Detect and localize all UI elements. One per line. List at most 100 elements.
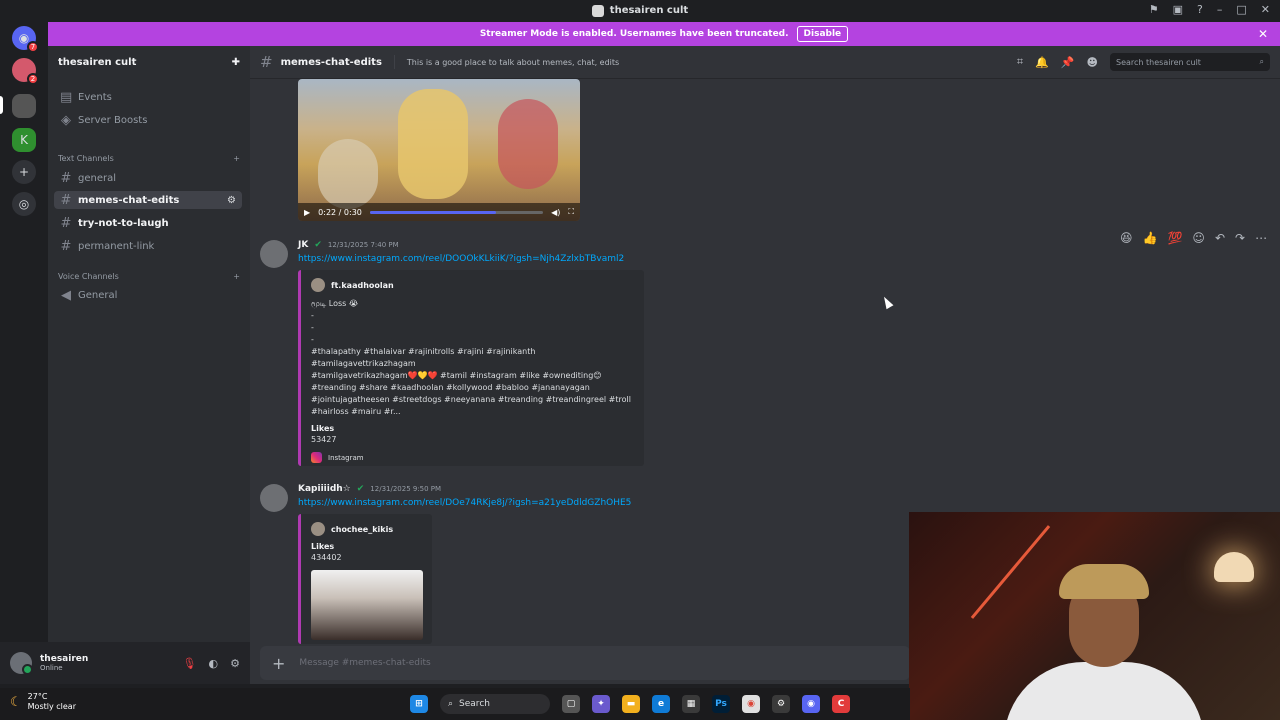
task-view-icon[interactable]: ▢: [562, 695, 580, 713]
headphones-icon[interactable]: ◐: [209, 657, 219, 670]
add-channel-icon[interactable]: +: [233, 154, 240, 163]
category-label: Text Channels: [58, 154, 114, 163]
copilot-icon[interactable]: ✦: [592, 695, 610, 713]
channel-try-not-to-laugh[interactable]: # try-not-to-laugh: [54, 214, 242, 232]
server-icon[interactable]: 2: [12, 58, 39, 85]
reaction-emoji-icon[interactable]: 😆: [1120, 231, 1133, 245]
more-icon[interactable]: ⋯: [1255, 231, 1267, 245]
server-boosts-item[interactable]: ◈ Server Boosts: [54, 111, 242, 129]
inbox-icon[interactable]: ⚑: [1149, 3, 1159, 16]
window-titlebar: thesairen cult ⚑ ▣ ? – □ ✕: [0, 0, 1280, 21]
add-channel-icon[interactable]: +: [233, 272, 240, 281]
server-header[interactable]: thesairen cult ✚: [48, 46, 250, 79]
hash-icon: #: [60, 238, 72, 254]
user-settings-icon[interactable]: ⚙: [230, 657, 240, 670]
search-input[interactable]: Search thesairen cult ⌕: [1110, 53, 1270, 71]
video-progress-fill: [369, 210, 497, 214]
category-label: Voice Channels: [58, 272, 119, 281]
volume-icon[interactable]: ◀): [551, 208, 560, 217]
chrome-icon[interactable]: ◉: [742, 695, 760, 713]
search-icon: ⌕: [1259, 57, 1264, 66]
minimize-button[interactable]: –: [1217, 3, 1223, 16]
embed-field-value: 53427: [311, 435, 337, 444]
channel-topic: This is a good place to talk about memes…: [406, 57, 620, 67]
photoshop-icon[interactable]: Ps: [712, 695, 730, 713]
file-explorer-icon[interactable]: ▬: [622, 695, 640, 713]
taskbar-search[interactable]: ⌕ Search: [440, 694, 550, 714]
video-progress-bar[interactable]: [369, 210, 544, 214]
channel-permanent-link[interactable]: # permanent-link: [54, 237, 242, 255]
channel-label: General: [78, 289, 118, 301]
verified-icon: ✔: [314, 240, 322, 250]
channel-label: memes-chat-edits: [78, 194, 180, 206]
video-attachment[interactable]: ▶ 0:22 / 0:30 ◀) ⛶: [298, 79, 580, 221]
channel-general[interactable]: # general: [54, 169, 242, 187]
mute-icon[interactable]: 🎙: [183, 657, 197, 670]
disable-button[interactable]: Disable: [796, 26, 849, 42]
settings-icon[interactable]: ⚙: [227, 195, 236, 206]
embed-author[interactable]: chochee_kikis: [311, 522, 422, 536]
pin-icon[interactable]: 📌: [1061, 56, 1075, 69]
server-icon-active[interactable]: [12, 94, 36, 118]
help-icon[interactable]: ?: [1197, 3, 1203, 16]
embed-thumbnail[interactable]: [311, 570, 423, 640]
voice-channels-category[interactable]: Voice Channels +: [58, 272, 240, 281]
add-server-icon[interactable]: +: [12, 160, 36, 184]
embed-author-name: ft.kaadhoolan: [331, 280, 394, 290]
avatar[interactable]: [10, 652, 33, 675]
reply-icon[interactable]: ↶: [1215, 231, 1225, 245]
message-author[interactable]: JK: [298, 240, 308, 250]
add-member-icon[interactable]: ✚: [232, 57, 240, 68]
screen-share-icon[interactable]: ▣: [1173, 3, 1183, 16]
avatar[interactable]: [260, 484, 288, 512]
message-link[interactable]: https://www.instagram.com/reel/DOe74RKje…: [298, 498, 631, 508]
active-server-pill: [0, 96, 3, 114]
add-attachment-icon[interactable]: +: [272, 654, 285, 673]
forward-icon[interactable]: ↷: [1235, 231, 1245, 245]
maximize-button[interactable]: □: [1236, 3, 1246, 16]
message-composer[interactable]: + Message #memes-chat-edits: [260, 646, 910, 680]
channel-label: general: [78, 172, 117, 184]
channel-memes-chat-edits[interactable]: # memes-chat-edits ⚙: [54, 191, 242, 209]
store-icon[interactable]: ▦: [682, 695, 700, 713]
weather-widget[interactable]: ☾ 27°C Mostly clear: [10, 692, 76, 712]
embed-author[interactable]: ft.kaadhoolan: [311, 278, 634, 292]
thumbs-up-icon[interactable]: 👍: [1143, 231, 1158, 245]
bell-icon[interactable]: 🔔: [1035, 56, 1049, 69]
server-icon[interactable]: K: [12, 128, 36, 152]
close-button[interactable]: ✕: [1261, 3, 1270, 16]
notification-badge: 7: [27, 41, 39, 53]
embed-footer-text: Instagram: [328, 453, 364, 462]
weather-temp: 27°C: [27, 692, 48, 701]
hundred-emoji-icon[interactable]: 💯: [1167, 231, 1182, 245]
close-icon[interactable]: ✕: [1258, 27, 1268, 41]
play-icon[interactable]: ▶: [304, 208, 310, 217]
discord-home-icon[interactable]: ◉ 7: [12, 26, 39, 53]
add-reaction-icon[interactable]: ☺: [1192, 231, 1205, 245]
avatar: [311, 278, 325, 292]
discover-icon[interactable]: ◎: [12, 192, 36, 216]
embed-field-label: Likes: [311, 542, 335, 551]
events-item[interactable]: ▤ Events: [54, 88, 242, 106]
edge-icon[interactable]: e: [652, 695, 670, 713]
voice-channel-general[interactable]: ◀ General: [54, 286, 242, 304]
threads-icon[interactable]: ⌗: [1017, 55, 1023, 69]
embed-description: மூடி Loss 😭 - - - #thalapathy #thalaivar…: [311, 299, 631, 416]
message-author[interactable]: Kapiiiidh☆: [298, 484, 351, 494]
windows-start-icon[interactable]: ⊞: [410, 695, 428, 713]
text-channels-category[interactable]: Text Channels +: [58, 154, 240, 163]
avatar[interactable]: [260, 240, 288, 268]
server-avatar-icon: [591, 4, 604, 17]
discord-taskbar-icon[interactable]: ◉: [802, 695, 820, 713]
message-link[interactable]: https://www.instagram.com/reel/DOOOkKLki…: [298, 254, 624, 264]
avatar: [311, 522, 325, 536]
settings-app-icon[interactable]: ⚙: [772, 695, 790, 713]
message-timestamp: 12/31/2025 9:50 PM: [370, 485, 442, 493]
fullscreen-icon[interactable]: ⛶: [568, 207, 574, 217]
app-icon[interactable]: C: [832, 695, 850, 713]
member-list-icon[interactable]: ☻: [1087, 56, 1098, 69]
banner-text: Streamer Mode is enabled. Usernames have…: [479, 29, 789, 39]
window-title-text: thesairen cult: [609, 5, 689, 16]
video-time: 0:22 / 0:30: [318, 207, 362, 217]
link-embed: chochee_kikis Likes 434402: [298, 514, 432, 644]
